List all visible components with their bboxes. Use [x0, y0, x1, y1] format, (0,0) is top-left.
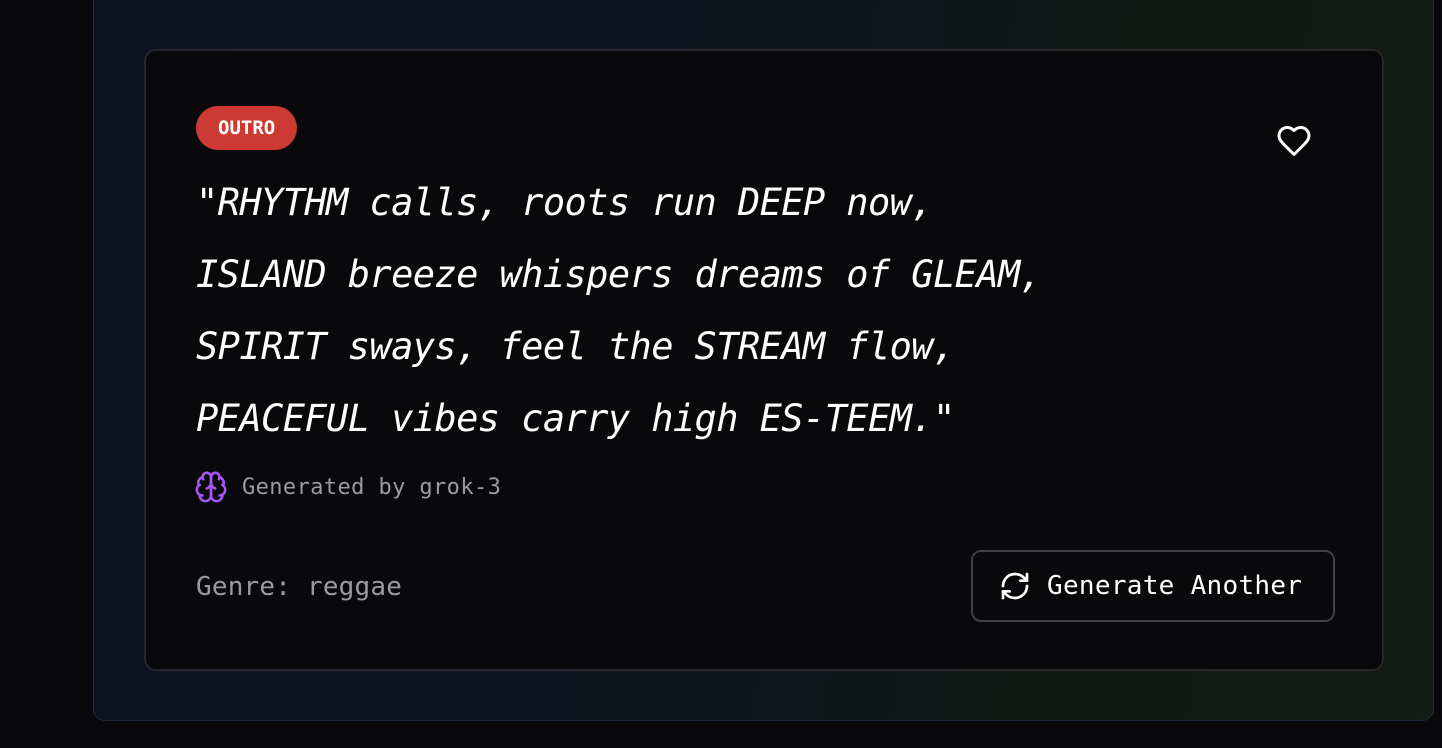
lyric-line: ISLAND breeze whispers dreams of GLEAM,: [196, 253, 1042, 296]
heart-icon[interactable]: [1276, 123, 1312, 159]
generate-another-button[interactable]: Generate Another: [971, 550, 1335, 622]
lyric-line: SPIRIT sways, feel the STREAM flow,: [196, 325, 955, 368]
section-badge: OUTRO: [196, 106, 298, 150]
lyric-line: PEACEFUL vibes carry high ES-TEEM.": [196, 397, 955, 440]
generate-another-label: Generate Another: [1047, 571, 1303, 601]
model-attribution: Generated by grok-3: [194, 469, 501, 505]
genre-label: Genre: reggae: [196, 572, 403, 602]
attribution-text: Generated by grok-3: [242, 474, 502, 500]
brain-icon: [195, 471, 227, 503]
lyric-line: "RHYTHM calls, roots run DEEP now,: [196, 181, 934, 224]
refresh-icon: [1001, 572, 1029, 600]
lyrics-card: OUTRO "RHYTHM calls, roots run DEEP now,…: [144, 49, 1384, 671]
lyrics-text: "RHYTHM calls, roots run DEEP now, ISLAN…: [196, 167, 1316, 455]
